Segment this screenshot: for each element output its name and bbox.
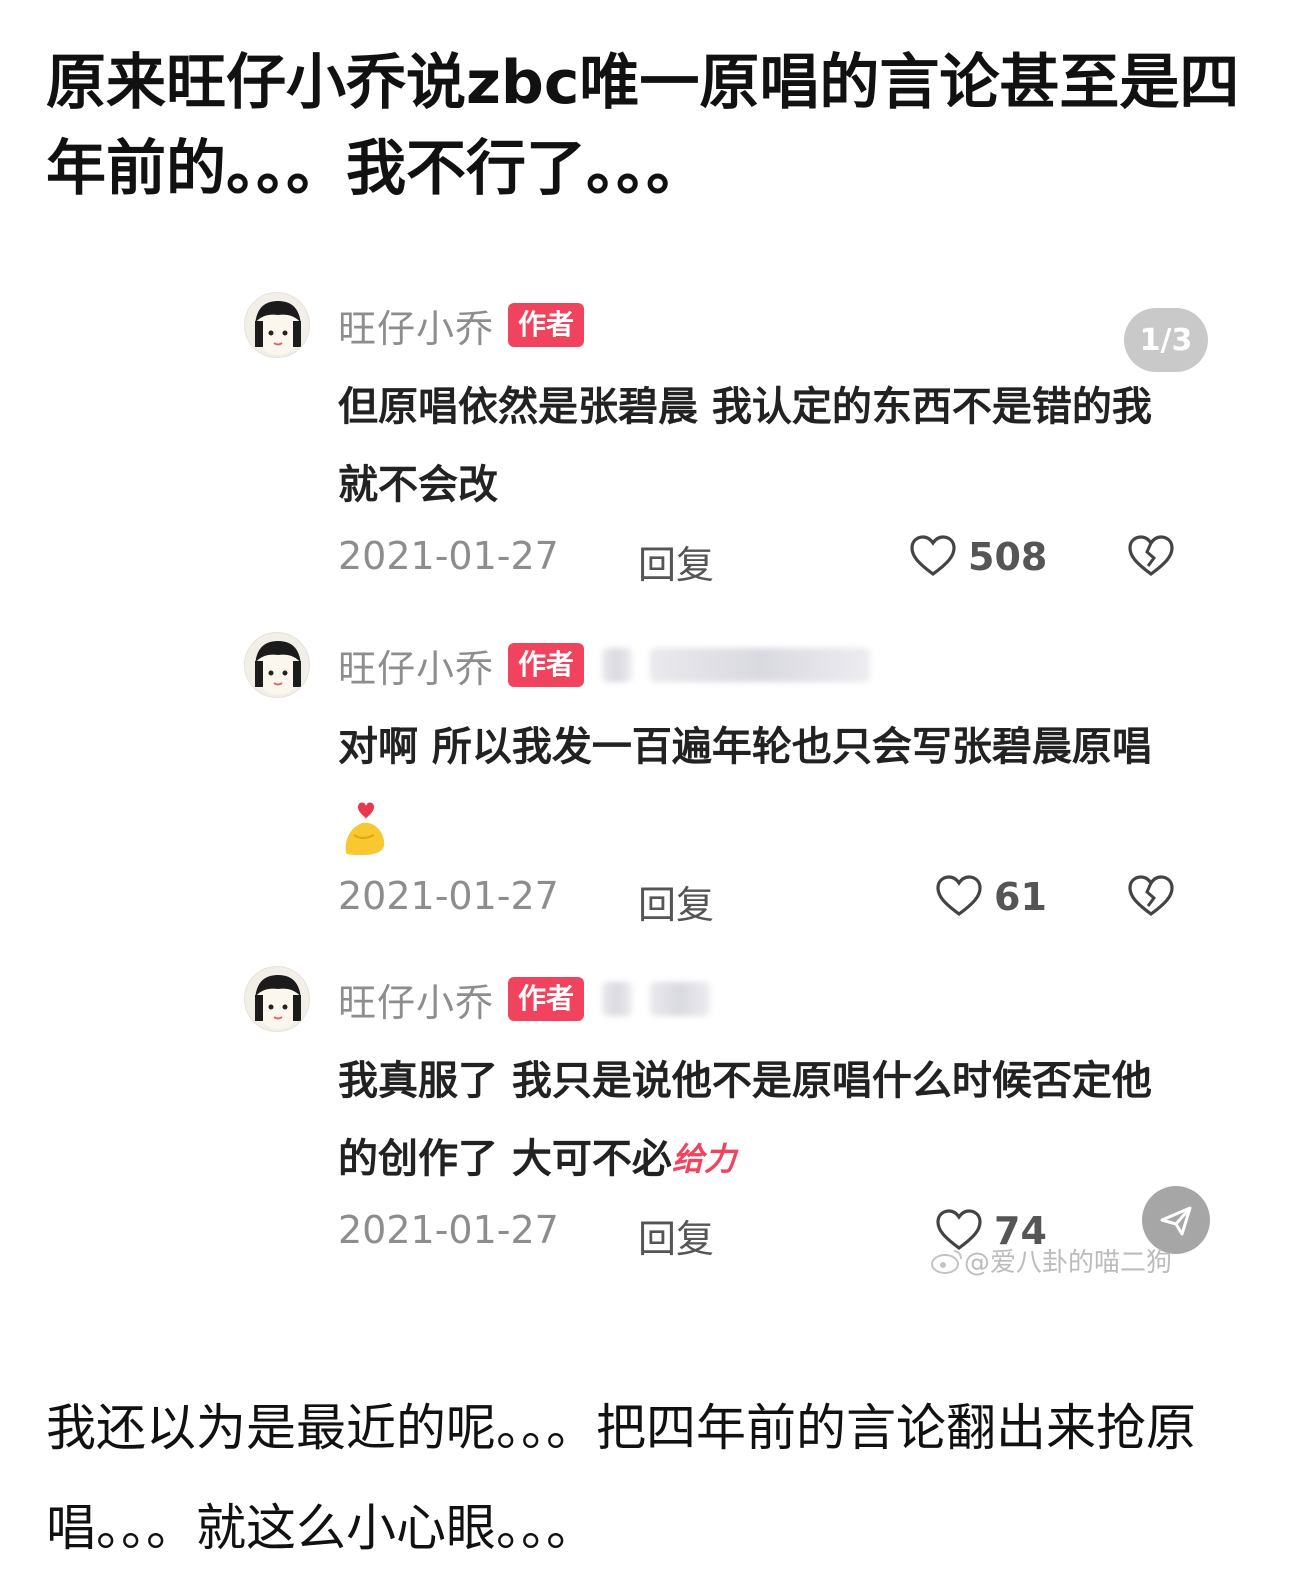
- comment-text: 但原唱依然是张碧晨 我认定的东西不是错的我就不会改: [338, 384, 1152, 508]
- weibo-logo-icon: [931, 1249, 962, 1274]
- sticker-label: 给力: [671, 1140, 736, 1178]
- broken-heart-icon: [1128, 875, 1174, 916]
- comment-text: 我真服了 我只是说他不是原唱什么时候否定他的创作了 大可不必给力: [338, 1042, 1178, 1198]
- comment-text: 对啊 所以我发一百遍年轮也只会写张碧晨原唱: [338, 708, 1178, 864]
- heart-icon: [936, 875, 982, 916]
- comment-meta: 2021-01-27 回复 508: [338, 528, 1188, 588]
- like-button[interactable]: 61: [934, 872, 1047, 922]
- user-row: 旺仔小乔 作者: [338, 972, 711, 1027]
- reply-button[interactable]: 回复: [638, 874, 714, 929]
- author-badge: 作者: [508, 643, 585, 687]
- comment-text-body: 我真服了 我只是说他不是原唱什么时候否定他的创作了 大可不必: [338, 1058, 1152, 1182]
- comment-date: 2021-01-27: [338, 1208, 559, 1252]
- dislike-button[interactable]: [1126, 532, 1176, 582]
- avatar[interactable]: [244, 632, 310, 698]
- like-count: 508: [968, 535, 1048, 579]
- watermark: @爱八卦的喵二狗: [930, 1242, 1172, 1279]
- author-badge: 作者: [508, 303, 585, 347]
- redacted-mark: [650, 648, 871, 682]
- redacted-mark: [650, 982, 711, 1016]
- comment-date: 2021-01-27: [338, 534, 559, 578]
- broken-heart-icon: [1128, 535, 1174, 576]
- comment-screenshot: 1/3 旺仔小乔 作者 但原唱依然是张碧晨 我认定的东西不是错的我就不会改 20…: [0, 262, 1289, 1322]
- redacted-mark: [602, 648, 633, 682]
- watermark-text: @爱八卦的喵二狗: [964, 1248, 1173, 1278]
- heart-icon: [910, 535, 956, 576]
- like-button[interactable]: 508: [908, 532, 1047, 582]
- reply-button[interactable]: 回复: [638, 1208, 714, 1263]
- reply-button[interactable]: 回复: [638, 534, 714, 589]
- post-footer-text: 我还以为是最近的呢。。。把四年前的言论翻出来抢原唱。。。就这么小心眼。。。: [46, 1399, 1196, 1557]
- username[interactable]: 旺仔小乔: [338, 298, 494, 353]
- username[interactable]: 旺仔小乔: [338, 972, 494, 1027]
- send-icon: [1160, 1206, 1192, 1236]
- avatar[interactable]: [244, 292, 310, 358]
- author-badge: 作者: [508, 977, 585, 1021]
- avatar[interactable]: [244, 966, 310, 1032]
- redacted-mark: [602, 982, 633, 1016]
- comment-date: 2021-01-27: [338, 874, 559, 918]
- page-indicator[interactable]: 1/3: [1124, 308, 1208, 372]
- user-row: 旺仔小乔 作者: [338, 638, 871, 693]
- comment-text-body: 对啊 所以我发一百遍年轮也只会写张碧晨原唱: [338, 724, 1152, 770]
- username[interactable]: 旺仔小乔: [338, 638, 494, 693]
- like-count: 61: [994, 875, 1047, 919]
- heart-hands-emoji-icon: [345, 802, 385, 855]
- user-row: 旺仔小乔 作者: [338, 298, 585, 353]
- dislike-button[interactable]: [1126, 872, 1176, 922]
- comment-meta: 2021-01-27 回复 61: [338, 868, 1188, 928]
- post-title: 原来旺仔小乔说zbc唯一原唱的言论甚至是四年前的。。。我不行了。。。: [46, 48, 1240, 204]
